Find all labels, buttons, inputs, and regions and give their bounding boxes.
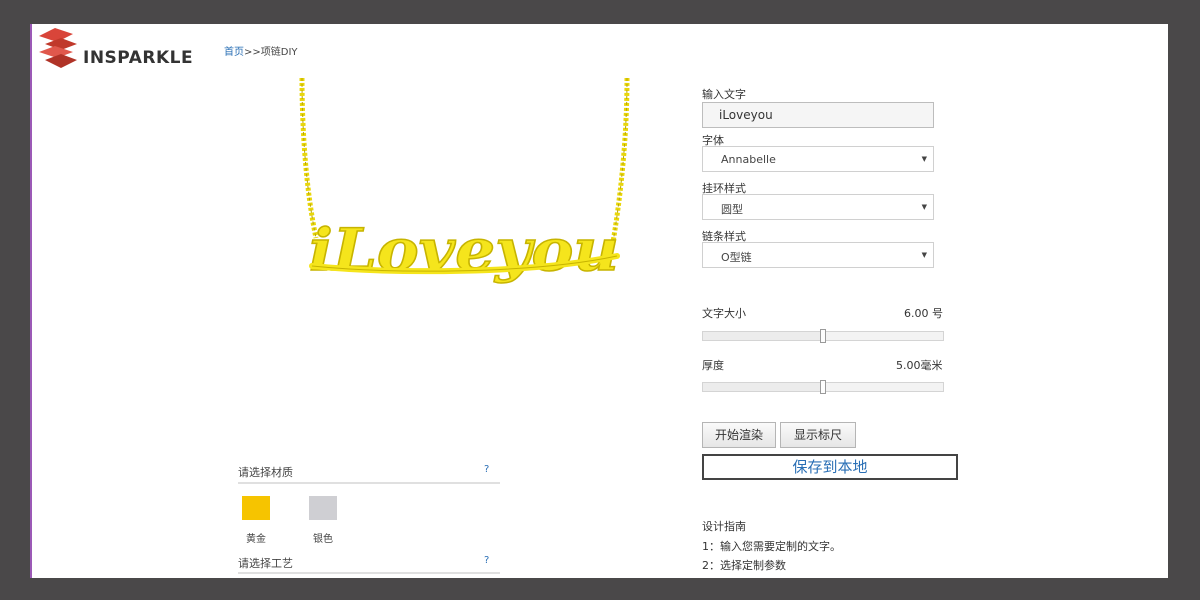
breadcrumb: 首页>>项链DIY — [224, 43, 298, 58]
material-swatch-silver[interactable] — [309, 496, 337, 520]
save-local-button[interactable]: 保存到本地 — [702, 454, 958, 480]
material-divider — [238, 482, 500, 484]
size-slider-fill — [703, 332, 823, 340]
thickness-slider[interactable] — [702, 380, 944, 394]
size-slider[interactable] — [702, 329, 944, 343]
material-label-silver: 银色 — [313, 534, 333, 545]
material-section-title: 请选择材质 — [238, 466, 293, 479]
chain-left — [299, 77, 319, 239]
font-select[interactable]: Annabelle ▼ — [702, 146, 934, 172]
craft-divider — [238, 572, 500, 574]
thickness-slider-handle[interactable] — [820, 380, 826, 394]
material-swatch-gold[interactable] — [242, 496, 270, 520]
logo-mark-icon — [39, 28, 77, 68]
size-value: 6.00 号 — [904, 307, 943, 320]
show-ruler-button[interactable]: 显示标尺 — [780, 422, 856, 448]
text-input[interactable] — [702, 102, 934, 128]
craft-help-link[interactable]: ? — [484, 555, 489, 566]
necklace-render: iLoveyou — [299, 77, 630, 285]
guide-title: 设计指南 — [702, 520, 746, 533]
text-label: 输入文字 — [702, 88, 746, 101]
size-slider-handle[interactable] — [820, 329, 826, 343]
guide-step: 2：选择定制参数 — [702, 559, 786, 572]
material-help-link[interactable]: ? — [484, 464, 489, 475]
thickness-label: 厚度 — [702, 359, 724, 372]
size-label: 文字大小 — [702, 307, 746, 320]
brand-name: INSPARKLE — [83, 48, 194, 68]
render-button[interactable]: 开始渲染 — [702, 422, 776, 448]
dropdown-arrow-icon: ▼ — [921, 203, 927, 211]
thickness-value: 5.00毫米 — [896, 359, 943, 372]
pendant-text: iLoveyou — [309, 216, 619, 284]
breadcrumb-home-link[interactable]: 首页 — [224, 47, 244, 58]
craft-section-title: 请选择工艺 — [238, 557, 293, 570]
chain-style-select[interactable]: O型链 ▼ — [702, 242, 934, 268]
font-select-value: Annabelle — [721, 153, 776, 166]
dropdown-arrow-icon: ▼ — [921, 251, 927, 259]
loop-style-value: 圆型 — [721, 203, 743, 216]
thickness-slider-fill — [703, 383, 823, 391]
brand-logo[interactable]: INSPARKLE — [37, 28, 207, 70]
necklace-preview[interactable]: iLoveyou — [272, 70, 652, 310]
loop-style-select[interactable]: 圆型 ▼ — [702, 194, 934, 220]
material-label-gold: 黄金 — [246, 534, 266, 545]
breadcrumb-current: >>项链DIY — [244, 47, 298, 58]
dropdown-arrow-icon: ▼ — [921, 155, 927, 163]
guide-step: 1：输入您需要定制的文字。 — [702, 540, 841, 553]
page-container: INSPARKLE 首页>>项链DIY iLoveyou 输入文字 iLovey… — [30, 24, 1168, 578]
chain-style-value: O型链 — [721, 251, 752, 264]
